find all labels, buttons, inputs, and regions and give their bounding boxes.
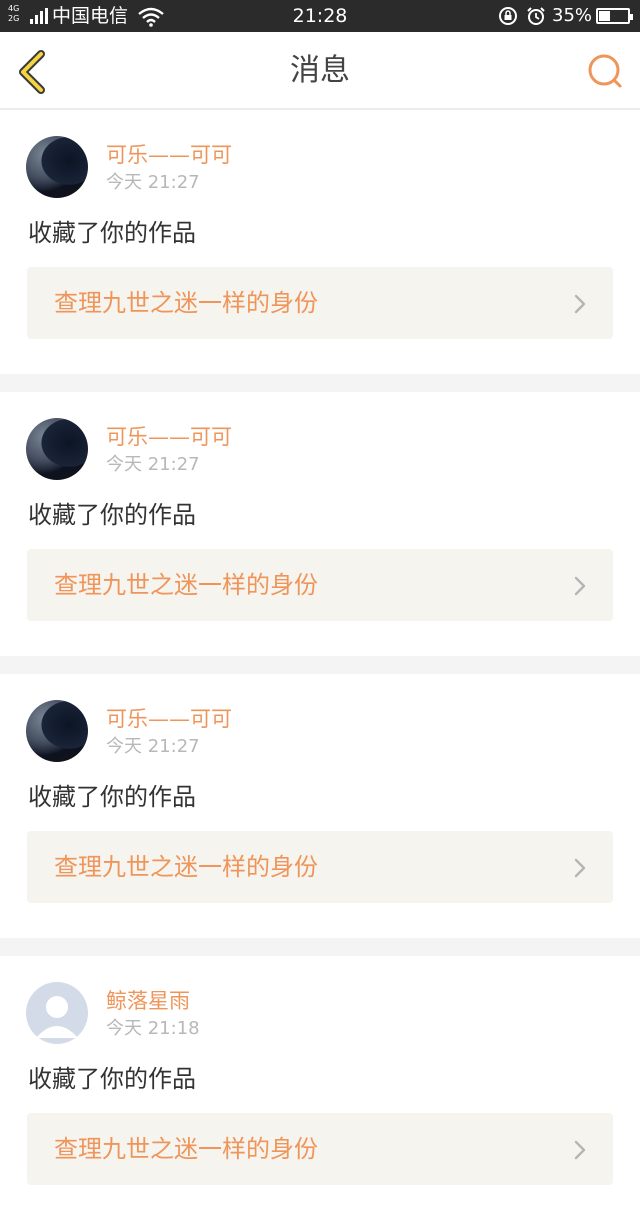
work-title: 查理九世之迷一样的身份 [54, 853, 318, 881]
message-time: 今天 21:27 [106, 454, 200, 475]
search-icon[interactable] [586, 52, 624, 90]
avatar[interactable] [26, 418, 88, 480]
work-title: 查理九世之迷一样的身份 [54, 571, 318, 599]
work-link-button[interactable]: 查理九世之迷一样的身份 [27, 831, 613, 903]
alarm-icon [527, 7, 545, 25]
page-title: 消息 [290, 53, 350, 88]
avatar[interactable] [26, 136, 88, 198]
chevron-right-icon [574, 576, 586, 596]
card-divider [0, 656, 640, 674]
nav-bar: 消息 [0, 32, 640, 110]
username[interactable]: 可乐——可可 [106, 142, 232, 168]
username[interactable]: 可乐——可可 [106, 424, 232, 450]
battery-percent: 35% [552, 5, 593, 26]
work-link-button[interactable]: 查理九世之迷一样的身份 [27, 549, 613, 621]
message-time: 今天 21:18 [106, 1018, 200, 1039]
default-avatar[interactable] [26, 982, 88, 1044]
message-card: 可乐——可可 今天 21:27 收藏了你的作品 查理九世之迷一样的身份 [0, 392, 640, 656]
message-card: 可乐——可可 今天 21:27 收藏了你的作品 查理九世之迷一样的身份 [0, 110, 640, 374]
user-silhouette-icon [36, 996, 78, 1038]
chevron-right-icon [574, 294, 586, 314]
chevron-right-icon [574, 858, 586, 878]
message-action: 收藏了你的作品 [28, 783, 196, 811]
message-card: 可乐——可可 今天 21:27 收藏了你的作品 查理九世之迷一样的身份 [0, 674, 640, 938]
message-action: 收藏了你的作品 [28, 219, 196, 247]
message-action: 收藏了你的作品 [28, 501, 196, 529]
username[interactable]: 鲸落星雨 [106, 988, 190, 1014]
card-divider [0, 374, 640, 392]
work-title: 查理九世之迷一样的身份 [54, 289, 318, 317]
chevron-right-icon [574, 1140, 586, 1160]
message-card: 鲸落星雨 今天 21:18 收藏了你的作品 查理九世之迷一样的身份 [0, 956, 640, 1220]
message-time: 今天 21:27 [106, 172, 200, 193]
message-list: 可乐——可可 今天 21:27 收藏了你的作品 查理九世之迷一样的身份 可乐——… [0, 110, 640, 1220]
status-bar: 4G 2G 中国电信 21:28 35% [0, 0, 640, 32]
rotation-lock-icon [499, 7, 517, 25]
message-action: 收藏了你的作品 [28, 1065, 196, 1093]
avatar[interactable] [26, 700, 88, 762]
work-link-button[interactable]: 查理九世之迷一样的身份 [27, 1113, 613, 1185]
work-link-button[interactable]: 查理九世之迷一样的身份 [27, 267, 613, 339]
username[interactable]: 可乐——可可 [106, 706, 232, 732]
battery-level [599, 11, 610, 21]
card-divider [0, 938, 640, 956]
battery-icon [596, 8, 633, 24]
message-time: 今天 21:27 [106, 736, 200, 757]
